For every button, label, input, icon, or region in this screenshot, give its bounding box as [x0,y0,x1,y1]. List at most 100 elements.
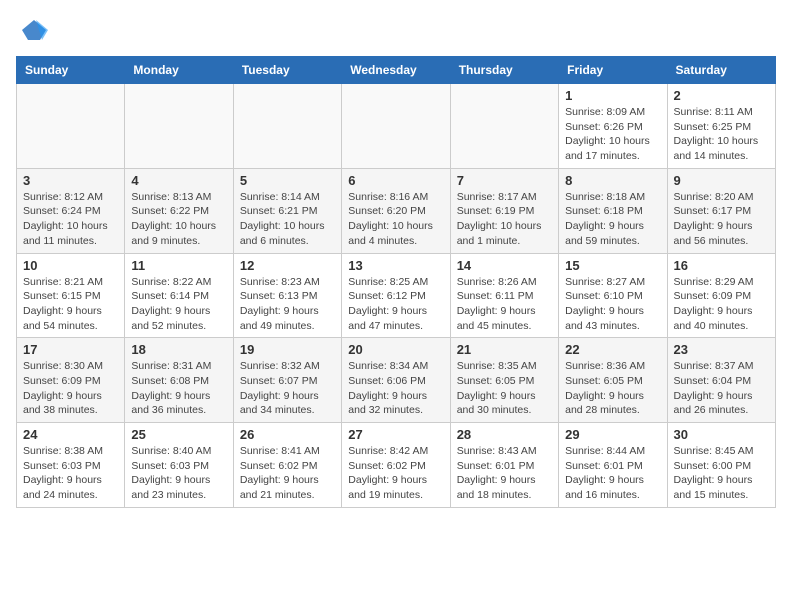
calendar-cell: 8 Sunrise: 8:18 AM Sunset: 6:18 PM Daylig… [559,168,667,253]
day-number: 20 [348,342,443,357]
calendar-cell: 25 Sunrise: 8:40 AM Sunset: 6:03 PM Dayli… [125,423,233,508]
day-number: 25 [131,427,226,442]
day-number: 11 [131,258,226,273]
day-info: Sunrise: 8:23 AM Sunset: 6:13 PM Dayligh… [240,275,335,334]
calendar-header-row: SundayMondayTuesdayWednesdayThursdayFrid… [17,57,776,84]
day-info: Sunrise: 8:36 AM Sunset: 6:05 PM Dayligh… [565,359,660,418]
calendar-cell: 9Sunrise: 8:20 AM Sunset: 6:17 PM Daylig… [667,168,775,253]
calendar-cell: 30 Sunrise: 8:45 AM Sunset: 6:00 PM Dayli… [667,423,775,508]
logo-icon [20,16,48,44]
calendar-cell: 21 Sunrise: 8:35 AM Sunset: 6:05 PM Dayli… [450,338,558,423]
day-info: Sunrise: 8:29 AM Sunset: 6:09 PM Dayligh… [674,275,769,334]
day-number: 18 [131,342,226,357]
calendar-cell: 6 Sunrise: 8:16 AM Sunset: 6:20 PM Daylig… [342,168,450,253]
day-info: Sunrise: 8:42 AM Sunset: 6:02 PM Dayligh… [348,444,443,503]
calendar-cell: 14Sunrise: 8:26 AM Sunset: 6:11 PM Dayli… [450,253,558,338]
day-number: 29 [565,427,660,442]
day-number: 19 [240,342,335,357]
day-info: Sunrise: 8:22 AM Sunset: 6:14 PM Dayligh… [131,275,226,334]
calendar-cell: 18 Sunrise: 8:31 AM Sunset: 6:08 PM Dayli… [125,338,233,423]
day-number: 15 [565,258,660,273]
weekday-header-saturday: Saturday [667,57,775,84]
day-number: 22 [565,342,660,357]
day-number: 30 [674,427,769,442]
day-info: Sunrise: 8:18 AM Sunset: 6:18 PM Dayligh… [565,190,660,249]
day-info: Sunrise: 8:34 AM Sunset: 6:06 PM Dayligh… [348,359,443,418]
weekday-header-sunday: Sunday [17,57,125,84]
calendar-cell: 29Sunrise: 8:44 AM Sunset: 6:01 PM Dayli… [559,423,667,508]
calendar-cell: 11 Sunrise: 8:22 AM Sunset: 6:14 PM Dayli… [125,253,233,338]
day-number: 6 [348,173,443,188]
day-number: 26 [240,427,335,442]
calendar-week-4: 17 Sunrise: 8:30 AM Sunset: 6:09 PM Dayli… [17,338,776,423]
day-info: Sunrise: 8:20 AM Sunset: 6:17 PM Dayligh… [674,190,769,249]
calendar-week-3: 10 Sunrise: 8:21 AM Sunset: 6:15 PM Dayli… [17,253,776,338]
day-info: Sunrise: 8:11 AM Sunset: 6:25 PM Dayligh… [674,105,769,164]
day-number: 5 [240,173,335,188]
calendar-week-5: 24 Sunrise: 8:38 AM Sunset: 6:03 PM Dayli… [17,423,776,508]
calendar-cell: 15 Sunrise: 8:27 AM Sunset: 6:10 PM Dayli… [559,253,667,338]
day-info: Sunrise: 8:16 AM Sunset: 6:20 PM Dayligh… [348,190,443,249]
calendar-cell: 12 Sunrise: 8:23 AM Sunset: 6:13 PM Dayli… [233,253,341,338]
day-info: Sunrise: 8:31 AM Sunset: 6:08 PM Dayligh… [131,359,226,418]
calendar-cell: 3 Sunrise: 8:12 AM Sunset: 6:24 PM Daylig… [17,168,125,253]
calendar-cell: 26 Sunrise: 8:41 AM Sunset: 6:02 PM Dayli… [233,423,341,508]
calendar-cell: 28 Sunrise: 8:43 AM Sunset: 6:01 PM Dayli… [450,423,558,508]
day-number: 10 [23,258,118,273]
day-number: 13 [348,258,443,273]
calendar-cell: 5 Sunrise: 8:14 AM Sunset: 6:21 PM Daylig… [233,168,341,253]
calendar-cell [17,84,125,169]
day-number: 7 [457,173,552,188]
day-info: Sunrise: 8:30 AM Sunset: 6:09 PM Dayligh… [23,359,118,418]
day-info: Sunrise: 8:40 AM Sunset: 6:03 PM Dayligh… [131,444,226,503]
calendar-cell [342,84,450,169]
day-info: Sunrise: 8:14 AM Sunset: 6:21 PM Dayligh… [240,190,335,249]
day-info: Sunrise: 8:17 AM Sunset: 6:19 PM Dayligh… [457,190,552,249]
day-number: 24 [23,427,118,442]
day-number: 23 [674,342,769,357]
calendar-cell: 13 Sunrise: 8:25 AM Sunset: 6:12 PM Dayli… [342,253,450,338]
calendar-cell: 10 Sunrise: 8:21 AM Sunset: 6:15 PM Dayli… [17,253,125,338]
weekday-header-friday: Friday [559,57,667,84]
day-info: Sunrise: 8:12 AM Sunset: 6:24 PM Dayligh… [23,190,118,249]
calendar-table: SundayMondayTuesdayWednesdayThursdayFrid… [16,56,776,508]
calendar-cell: 27 Sunrise: 8:42 AM Sunset: 6:02 PM Dayli… [342,423,450,508]
calendar-cell: 2 Sunrise: 8:11 AM Sunset: 6:25 PM Daylig… [667,84,775,169]
day-info: Sunrise: 8:35 AM Sunset: 6:05 PM Dayligh… [457,359,552,418]
day-info: Sunrise: 8:45 AM Sunset: 6:00 PM Dayligh… [674,444,769,503]
calendar-cell: 17 Sunrise: 8:30 AM Sunset: 6:09 PM Dayli… [17,338,125,423]
day-number: 16 [674,258,769,273]
calendar-cell [233,84,341,169]
weekday-header-tuesday: Tuesday [233,57,341,84]
day-number: 28 [457,427,552,442]
day-number: 4 [131,173,226,188]
calendar-cell: 20 Sunrise: 8:34 AM Sunset: 6:06 PM Dayli… [342,338,450,423]
calendar-cell [125,84,233,169]
calendar-cell: 23Sunrise: 8:37 AM Sunset: 6:04 PM Dayli… [667,338,775,423]
day-number: 14 [457,258,552,273]
day-number: 21 [457,342,552,357]
calendar-cell [450,84,558,169]
day-number: 12 [240,258,335,273]
day-number: 1 [565,88,660,103]
day-info: Sunrise: 8:27 AM Sunset: 6:10 PM Dayligh… [565,275,660,334]
day-info: Sunrise: 8:43 AM Sunset: 6:01 PM Dayligh… [457,444,552,503]
day-info: Sunrise: 8:32 AM Sunset: 6:07 PM Dayligh… [240,359,335,418]
calendar-cell: 22 Sunrise: 8:36 AM Sunset: 6:05 PM Dayli… [559,338,667,423]
day-info: Sunrise: 8:21 AM Sunset: 6:15 PM Dayligh… [23,275,118,334]
day-number: 17 [23,342,118,357]
day-info: Sunrise: 8:41 AM Sunset: 6:02 PM Dayligh… [240,444,335,503]
day-number: 8 [565,173,660,188]
weekday-header-monday: Monday [125,57,233,84]
day-number: 27 [348,427,443,442]
day-number: 3 [23,173,118,188]
page-header [16,16,776,44]
calendar-cell: 24 Sunrise: 8:38 AM Sunset: 6:03 PM Dayli… [17,423,125,508]
day-number: 2 [674,88,769,103]
calendar-cell: 1Sunrise: 8:09 AM Sunset: 6:26 PM Daylig… [559,84,667,169]
calendar-cell: 4Sunrise: 8:13 AM Sunset: 6:22 PM Daylig… [125,168,233,253]
logo [16,16,48,44]
calendar-cell: 19 Sunrise: 8:32 AM Sunset: 6:07 PM Dayli… [233,338,341,423]
day-info: Sunrise: 8:38 AM Sunset: 6:03 PM Dayligh… [23,444,118,503]
day-info: Sunrise: 8:25 AM Sunset: 6:12 PM Dayligh… [348,275,443,334]
